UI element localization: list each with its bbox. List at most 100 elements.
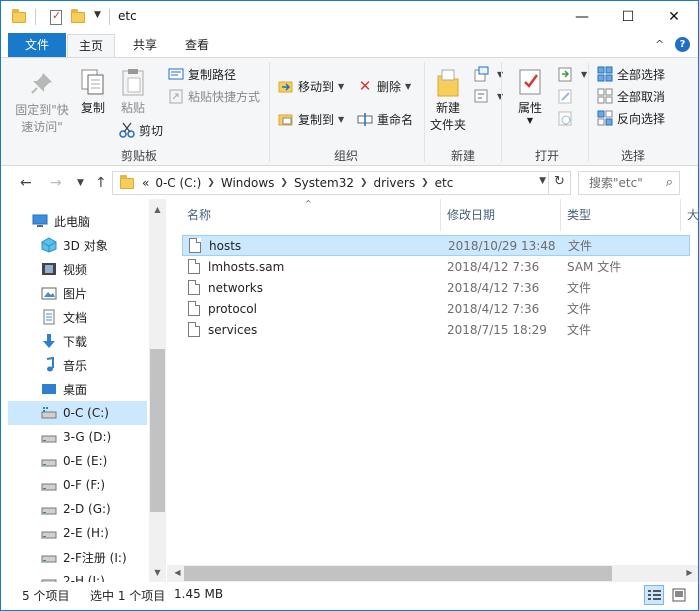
tab-home[interactable]: 主页 <box>67 34 115 58</box>
copy-path-button[interactable]: 复制路径 <box>168 64 236 84</box>
column-header-type[interactable]: 类型 <box>561 199 681 231</box>
nav-item[interactable]: 2-E (H:) <box>8 521 147 545</box>
nav-item-label: 0-E (E:) <box>63 454 108 468</box>
address-bar[interactable]: « 0-C (C:) ❯ Windows ❯ System32 ❯ driver… <box>112 171 571 195</box>
address-overflow-icon[interactable]: « <box>142 176 149 190</box>
file-icon <box>189 238 201 253</box>
nav-item[interactable]: 下载 <box>8 329 147 353</box>
music-icon <box>41 356 57 373</box>
new-folder-quick-icon[interactable] <box>71 8 85 26</box>
file-row[interactable]: services 2018/7/15 18:29 文件 <box>182 319 690 340</box>
tab-view[interactable]: 查看 <box>173 34 221 57</box>
nav-item[interactable]: 桌面 <box>8 377 147 401</box>
cut-button[interactable]: 剪切 <box>119 120 163 140</box>
new-item-button[interactable]: ▼ <box>473 64 503 84</box>
new-folder-button[interactable]: 新建 文件夹 <box>425 68 471 134</box>
tab-file[interactable]: 文件 <box>8 33 66 57</box>
nav-item[interactable]: 2-H (J:) <box>8 569 147 582</box>
drive-icon <box>41 525 57 541</box>
nav-item[interactable]: 3D 对象 <box>8 233 147 257</box>
select-all-button[interactable]: 全部选择 <box>597 64 665 84</box>
move-to-button[interactable]: 移动到 ▼ <box>278 76 344 96</box>
easy-access-button[interactable]: ▼ <box>473 86 503 106</box>
history-button[interactable] <box>557 108 577 128</box>
minimize-button[interactable]: — <box>559 1 605 32</box>
file-row[interactable]: protocol 2018/4/12 7:36 文件 <box>182 298 690 319</box>
breadcrumb-drive[interactable]: 0-C (C:) <box>155 176 201 190</box>
nav-item[interactable]: 0-E (E:) <box>8 449 147 473</box>
copy-button[interactable]: 复制 <box>77 68 109 117</box>
recent-locations-dropdown-icon[interactable]: ▼ <box>77 178 84 188</box>
breadcrumb-drivers[interactable]: drivers <box>374 176 416 190</box>
quick-access-dropdown-icon[interactable]: ▼ <box>94 10 101 20</box>
nav-item[interactable]: 音乐 <box>8 353 147 377</box>
copy-to-button[interactable]: 复制到 ▼ <box>278 109 344 129</box>
nav-item[interactable]: 图片 <box>8 281 147 305</box>
paste-button[interactable]: 粘贴 <box>115 68 151 117</box>
rename-button[interactable]: 重命名 <box>357 109 413 129</box>
file-row[interactable]: hosts 2018/10/29 13:48 文件 <box>182 235 690 256</box>
chevron-right-icon[interactable]: ❯ <box>421 178 429 188</box>
nav-scrollbar[interactable]: ▲ ▼ <box>149 199 166 582</box>
chevron-right-icon[interactable]: ❯ <box>360 178 368 188</box>
up-arrow-icon[interactable]: ↑ <box>95 175 107 191</box>
delete-button[interactable]: ✕ 删除 ▼ <box>357 76 411 96</box>
file-list-h-scrollbar[interactable]: ◀ ▶ <box>167 565 698 582</box>
maximize-button[interactable]: ☐ <box>605 1 651 32</box>
copy-to-icon <box>278 111 294 127</box>
collapse-ribbon-icon[interactable]: ^ <box>655 38 664 51</box>
breadcrumb-windows[interactable]: Windows <box>221 176 275 190</box>
chevron-right-icon[interactable]: ❯ <box>207 178 215 188</box>
nav-item[interactable]: 2-D (G:) <box>8 497 147 521</box>
pin-icon <box>31 73 52 94</box>
file-row[interactable]: lmhosts.sam 2018/4/12 7:36 SAM 文件 <box>182 256 690 277</box>
window-title: etc <box>118 9 137 23</box>
edit-button[interactable] <box>557 86 577 106</box>
column-header-size[interactable]: 大 <box>681 199 698 231</box>
paste-shortcut-button[interactable]: 粘贴快捷方式 <box>168 86 260 106</box>
address-folder-icon <box>120 174 134 189</box>
large-icons-view-icon[interactable] <box>669 585 689 605</box>
properties-button[interactable]: 属性 ▼ <box>510 68 550 125</box>
nav-scroll-thumb[interactable] <box>150 349 165 512</box>
file-explorer-window: ▼ etc — ☐ ✕ 文件 主页 共享 查看 ^ ? 固定到"快 速访问" <box>0 0 699 611</box>
status-bar: 5 个项目 选中 1 个项目 1.45 MB <box>1 582 698 610</box>
nav-item[interactable]: 文档 <box>8 305 147 329</box>
refresh-icon[interactable]: ↻ <box>548 171 570 195</box>
column-header-date[interactable]: 修改日期 <box>441 199 561 231</box>
move-to-icon <box>278 78 294 94</box>
details-view-icon[interactable] <box>644 585 664 605</box>
open-button[interactable]: ▼ <box>557 64 587 84</box>
breadcrumb-system32[interactable]: System32 <box>294 176 354 190</box>
scroll-down-icon[interactable]: ▼ <box>149 568 166 577</box>
search-input[interactable]: 搜索"etc" ⌕ <box>578 171 680 195</box>
breadcrumb-etc[interactable]: etc <box>435 176 454 190</box>
tab-share[interactable]: 共享 <box>121 34 169 57</box>
properties-quick-icon[interactable] <box>50 8 62 26</box>
selection-count: 选中 1 个项目 <box>90 589 166 603</box>
close-button[interactable]: ✕ <box>651 1 697 32</box>
properties-dropdown-icon: ▼ <box>526 116 534 125</box>
help-icon[interactable]: ? <box>675 37 690 52</box>
file-row[interactable]: networks 2018/4/12 7:36 文件 <box>182 277 690 298</box>
group-label-new: 新建 <box>450 149 475 163</box>
nav-item[interactable]: 2-F注册 (I:) <box>8 545 147 569</box>
address-history-dropdown-icon[interactable]: ▼ <box>539 176 546 186</box>
nav-item[interactable]: 0-F (F:) <box>8 473 147 497</box>
back-arrow-icon[interactable]: ← <box>20 175 32 191</box>
drive-icon <box>41 477 57 493</box>
chevron-right-icon[interactable]: ❯ <box>280 178 288 188</box>
nav-item[interactable]: 0-C (C:) <box>8 401 147 425</box>
scroll-up-icon[interactable]: ▲ <box>149 205 166 214</box>
select-none-button[interactable]: 全部取消 <box>597 86 665 106</box>
pin-to-quick-access-button[interactable]: 固定到"快 速访问" <box>9 68 75 136</box>
nav-item-label: 2-E (H:) <box>63 526 109 540</box>
nav-item[interactable]: 视频 <box>8 257 147 281</box>
invert-selection-button[interactable]: 反向选择 <box>597 108 665 128</box>
forward-arrow-icon[interactable]: → <box>50 175 62 191</box>
documents-icon <box>41 309 57 325</box>
nav-item[interactable]: 3-G (D:) <box>8 425 147 449</box>
file-list-h-scroll-thumb[interactable] <box>184 566 612 581</box>
nav-item[interactable]: 此电脑 <box>8 209 147 233</box>
scroll-right-icon[interactable]: ▶ <box>681 568 698 577</box>
